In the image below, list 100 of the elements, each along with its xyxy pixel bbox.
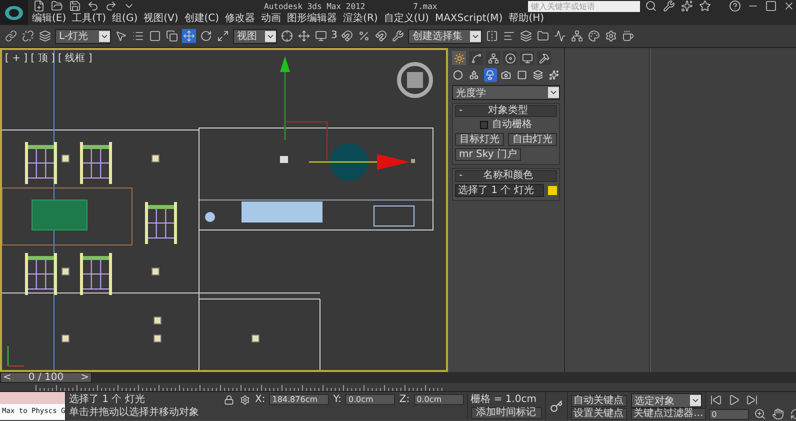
hierarchy-tab[interactable] <box>486 51 500 65</box>
light-icon <box>62 154 70 162</box>
menu-item[interactable]: 自定义(U) <box>384 12 429 25</box>
move-icon[interactable] <box>182 29 196 43</box>
wrench-icon[interactable] <box>662 0 676 13</box>
folder-icon[interactable] <box>50 0 64 13</box>
menu-item[interactable]: MAXScript(M) <box>434 12 503 25</box>
coordinate-field[interactable]: 0.0cm <box>345 394 396 405</box>
coordinate-label: X: <box>255 394 266 406</box>
previous-frame-arrow: < <box>3 372 12 384</box>
light-type-dropdown[interactable]: 光度学 <box>452 85 560 100</box>
pan-icon[interactable] <box>770 407 785 421</box>
key-filters-button[interactable]: 关键点过滤器... <box>630 408 706 420</box>
auto-key-button[interactable]: 自动关键点 <box>570 394 627 406</box>
light-icon <box>152 154 160 162</box>
chair-drawing <box>25 253 57 295</box>
lock-icon[interactable] <box>223 394 235 406</box>
magnet-icon[interactable] <box>340 29 354 43</box>
light-type-button[interactable]: 自由灯光 <box>508 133 557 146</box>
reference-coordinate-dropdown[interactable]: 视图 <box>233 28 277 44</box>
coordinate-label: Z: <box>399 394 410 406</box>
menu-item[interactable]: 帮助(H) <box>508 12 544 25</box>
search-icon[interactable] <box>644 0 658 13</box>
color-swatch[interactable] <box>548 186 557 195</box>
cabinet-drawing <box>374 206 414 226</box>
settings-icon[interactable] <box>239 394 251 406</box>
collapse-sign: - <box>459 105 463 117</box>
lamp-category-button[interactable] <box>484 68 497 82</box>
go-to-end-icon[interactable] <box>744 393 759 407</box>
collapse-sign: - <box>459 170 463 182</box>
disc-tab[interactable] <box>503 51 517 65</box>
star-icon[interactable] <box>698 0 712 13</box>
chair-drawing <box>25 142 57 184</box>
checkbox-label: 自动栅格 <box>492 119 532 131</box>
new-file-icon[interactable] <box>32 0 46 13</box>
redo-icon[interactable] <box>104 0 118 13</box>
caret-icon <box>265 30 276 42</box>
name-field[interactable]: 选择了 1 个 灯光 <box>455 184 544 197</box>
maximize-icon[interactable] <box>764 0 778 13</box>
rollout-title: 对象类型 <box>486 105 529 117</box>
save-icon[interactable] <box>68 0 82 13</box>
caret-icon <box>470 30 482 42</box>
viewcube-icon[interactable] <box>397 62 433 98</box>
menu-item[interactable]: 图形编辑器 <box>287 12 338 25</box>
menu-item[interactable]: 修改器 <box>225 12 256 25</box>
menu-item[interactable]: 创建(C) <box>184 12 220 25</box>
undo-icon[interactable] <box>86 0 100 13</box>
select-icon[interactable] <box>114 29 128 43</box>
add-time-tag-button[interactable]: 添加时间标记 <box>470 406 542 418</box>
caret-icon <box>690 395 701 406</box>
monitor-tab[interactable] <box>520 51 534 65</box>
folder-icon[interactable] <box>536 29 550 43</box>
caret-icon <box>99 30 110 42</box>
coordinate-field[interactable]: 184.876cm <box>269 394 330 405</box>
layers-icon[interactable] <box>519 29 534 43</box>
set-key-button[interactable]: 设置关键点 <box>570 408 627 420</box>
percent-snap-icon[interactable] <box>357 29 372 43</box>
timeline-track[interactable] <box>0 383 796 392</box>
menu-item[interactable]: 视图(V) <box>144 12 178 25</box>
menu-item[interactable]: 渲染(R) <box>343 12 378 25</box>
rotate-icon[interactable] <box>199 29 213 43</box>
listener-field[interactable] <box>0 392 65 404</box>
menu-item[interactable]: 编辑(E) <box>32 12 66 25</box>
viewport[interactable]: [ + ] [ 顶 ] [ 线框 ] <box>0 48 448 372</box>
menu-item[interactable]: 动画 <box>261 12 282 25</box>
sun-tab[interactable] <box>452 51 466 65</box>
caret-icon <box>548 87 559 98</box>
curve-tab[interactable] <box>469 51 483 65</box>
light-icon <box>280 156 288 163</box>
menu-item[interactable]: 工具(T) <box>72 12 106 25</box>
axis-icon <box>8 346 24 366</box>
chair-drawing <box>80 253 112 295</box>
coordinate-field[interactable]: 0.0cm <box>414 394 464 405</box>
app-logo-icon[interactable] <box>0 0 28 25</box>
selection-status: 选择了 1 个 灯光 <box>69 394 146 406</box>
snap-label: 3 <box>331 30 338 42</box>
help-icon[interactable] <box>728 0 742 13</box>
auto-grid-checkbox[interactable] <box>480 121 488 129</box>
hammer-tab[interactable] <box>537 51 551 65</box>
time-slider-track[interactable]: < 0 / 100 > <box>0 372 796 383</box>
light-icon <box>154 334 162 342</box>
zoom-icon[interactable] <box>752 407 767 421</box>
shapes-category-button[interactable] <box>468 68 481 82</box>
light-type-button[interactable]: mr Sky 门户 <box>455 148 521 161</box>
round-stool-drawing <box>205 212 215 222</box>
selection-filter-dropdown[interactable]: L-灯光 <box>55 28 111 44</box>
go-to-start-icon[interactable] <box>708 393 723 407</box>
time-slider-thumb[interactable]: < 0 / 100 > <box>0 372 92 383</box>
key-icon[interactable] <box>548 398 564 414</box>
key-mode-dropdown[interactable]: 选定对象 <box>630 393 702 408</box>
link-icon[interactable] <box>4 29 18 43</box>
search-field[interactable]: 键入关键字或短语 <box>528 0 640 12</box>
sphere-category-button[interactable] <box>452 68 465 82</box>
sparkle-icon[interactable] <box>680 0 694 13</box>
unlink-icon[interactable] <box>21 29 35 43</box>
current-frame-field[interactable]: 0 <box>708 408 749 420</box>
grid-size: 栅格 = 1.0cm <box>470 394 538 406</box>
named-selection-dropdown[interactable]: 创建选择集 <box>408 28 482 44</box>
light-type-button[interactable]: 目标灯光 <box>455 133 504 146</box>
menu-item[interactable]: 组(G) <box>112 12 138 25</box>
